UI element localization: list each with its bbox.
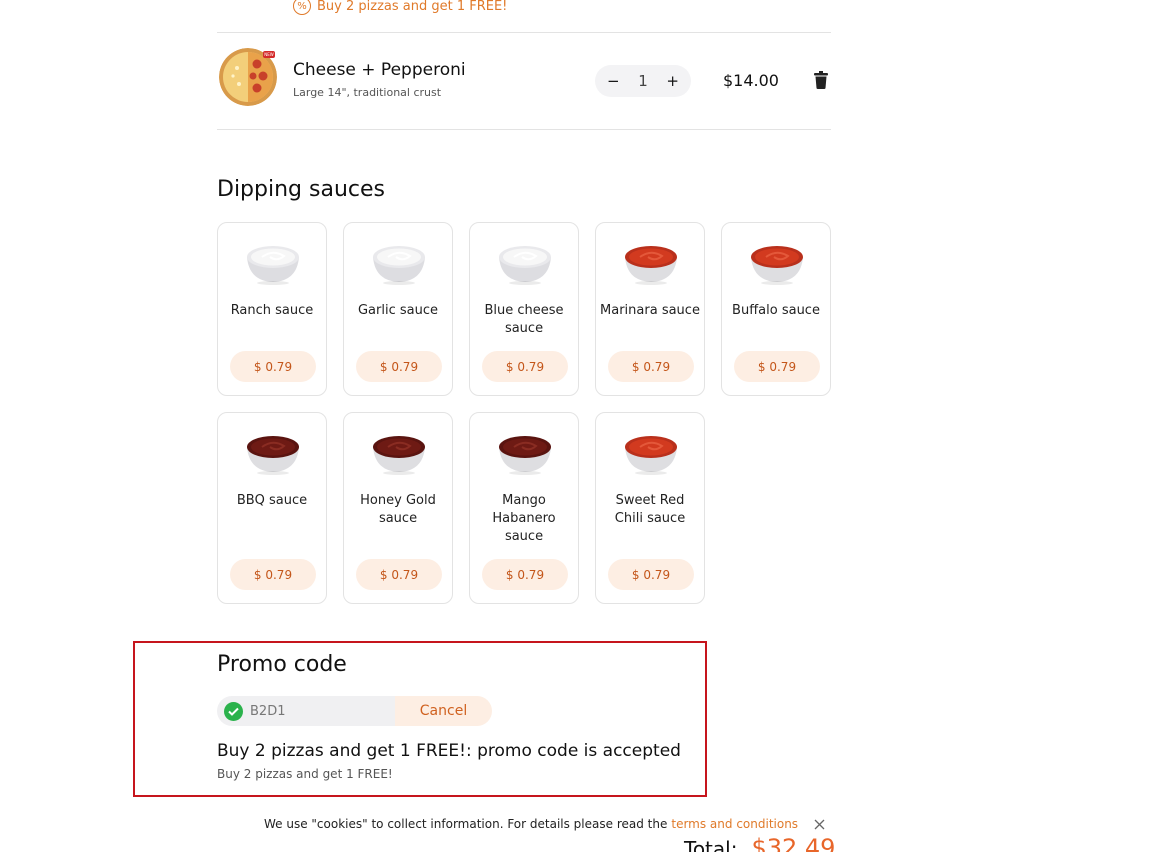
sauce-bowl-image	[496, 429, 554, 475]
promo-accepted-message: Buy 2 pizzas and get 1 FREE!: promo code…	[217, 741, 681, 761]
sauce-name: Ranch sauce	[230, 303, 314, 318]
sauce-add-button[interactable]: $ 0.79	[482, 351, 568, 382]
quantity-stepper: − 1 +	[595, 65, 691, 97]
sauce-name: Marinara sauce	[600, 303, 700, 318]
new-badge: NEW	[263, 51, 275, 58]
promo-accepted-subtext: Buy 2 pizzas and get 1 FREE!	[217, 767, 393, 781]
decrease-quantity-button[interactable]: −	[607, 72, 620, 90]
check-icon	[224, 701, 243, 721]
sauce-card[interactable]: Mango Habanero sauce $ 0.79	[469, 412, 579, 604]
sauce-name: Mango Habanero sauce	[492, 493, 556, 544]
divider	[217, 129, 831, 130]
sauce-add-button[interactable]: $ 0.79	[230, 559, 316, 590]
sauce-name: Blue cheese sauce	[484, 303, 564, 336]
increase-quantity-button[interactable]: +	[666, 72, 679, 90]
item-name: Cheese + Pepperoni	[293, 60, 466, 80]
sauce-bowl-image	[370, 429, 428, 475]
sauce-card[interactable]: Buffalo sauce $ 0.79	[721, 222, 831, 396]
sauce-name: Buffalo sauce	[732, 303, 820, 318]
cancel-promo-button[interactable]: Cancel	[395, 696, 492, 726]
sauce-card[interactable]: Garlic sauce $ 0.79	[343, 222, 453, 396]
promo-banner: % Buy 2 pizzas and get 1 FREE!	[293, 0, 507, 15]
sauce-card[interactable]: Ranch sauce $ 0.79	[217, 222, 327, 396]
sauce-add-button[interactable]: $ 0.79	[734, 351, 820, 382]
sauce-bowl-image	[622, 239, 680, 285]
sauce-bowl-image	[748, 239, 806, 285]
section-title-dipping-sauces: Dipping sauces	[217, 177, 385, 202]
item-description: Large 14", traditional crust	[293, 86, 442, 99]
promo-code-value: B2D1	[250, 703, 286, 719]
sauce-bowl-image	[496, 239, 554, 285]
sauce-add-button[interactable]: $ 0.79	[482, 559, 568, 590]
sauce-card[interactable]: Honey Gold sauce $ 0.79	[343, 412, 453, 604]
percent-icon: %	[293, 0, 311, 15]
sauce-add-button[interactable]: $ 0.79	[608, 559, 694, 590]
promo-banner-text: Buy 2 pizzas and get 1 FREE!	[317, 0, 508, 14]
sauce-bowl-image	[244, 239, 302, 285]
total-value: $32.49	[751, 834, 836, 852]
trash-icon[interactable]	[814, 71, 828, 89]
total-label: Total:	[684, 837, 738, 852]
sauce-name: BBQ sauce	[236, 493, 308, 508]
sauce-add-button[interactable]: $ 0.79	[230, 351, 316, 382]
promo-title: Promo code	[217, 652, 347, 677]
order-total: Total: $32.49	[684, 834, 835, 852]
sauce-name: Garlic sauce	[357, 303, 438, 318]
sauce-add-button[interactable]: $ 0.79	[356, 351, 442, 382]
sauce-card[interactable]: Sweet Red Chili sauce $ 0.79	[595, 412, 705, 604]
sauce-bowl-image	[622, 429, 680, 475]
terms-link[interactable]: terms and conditions	[671, 817, 798, 831]
cookie-text: We use "cookies" to collect information.…	[264, 817, 668, 831]
sauce-bowl-image	[370, 239, 428, 285]
sauce-add-button[interactable]: $ 0.79	[608, 351, 694, 382]
sauce-bowl-image	[244, 429, 302, 475]
sauce-card[interactable]: Marinara sauce $ 0.79	[595, 222, 705, 396]
quantity-value: 1	[638, 72, 648, 90]
item-price: $14.00	[723, 71, 779, 90]
sauce-card[interactable]: BBQ sauce $ 0.79	[217, 412, 327, 604]
sauce-name: Sweet Red Chili sauce	[614, 493, 686, 526]
cart-item: NEW Cheese + Pepperoni Large 14", tradit…	[217, 33, 831, 129]
sauce-card[interactable]: Blue cheese sauce $ 0.79	[469, 222, 579, 396]
cookie-notice: We use "cookies" to collect information.…	[264, 817, 825, 831]
sauce-add-button[interactable]: $ 0.79	[356, 559, 442, 590]
close-icon[interactable]	[814, 819, 825, 830]
sauce-name: Honey Gold sauce	[360, 493, 436, 526]
promo-code-field[interactable]: B2D1	[217, 696, 395, 726]
